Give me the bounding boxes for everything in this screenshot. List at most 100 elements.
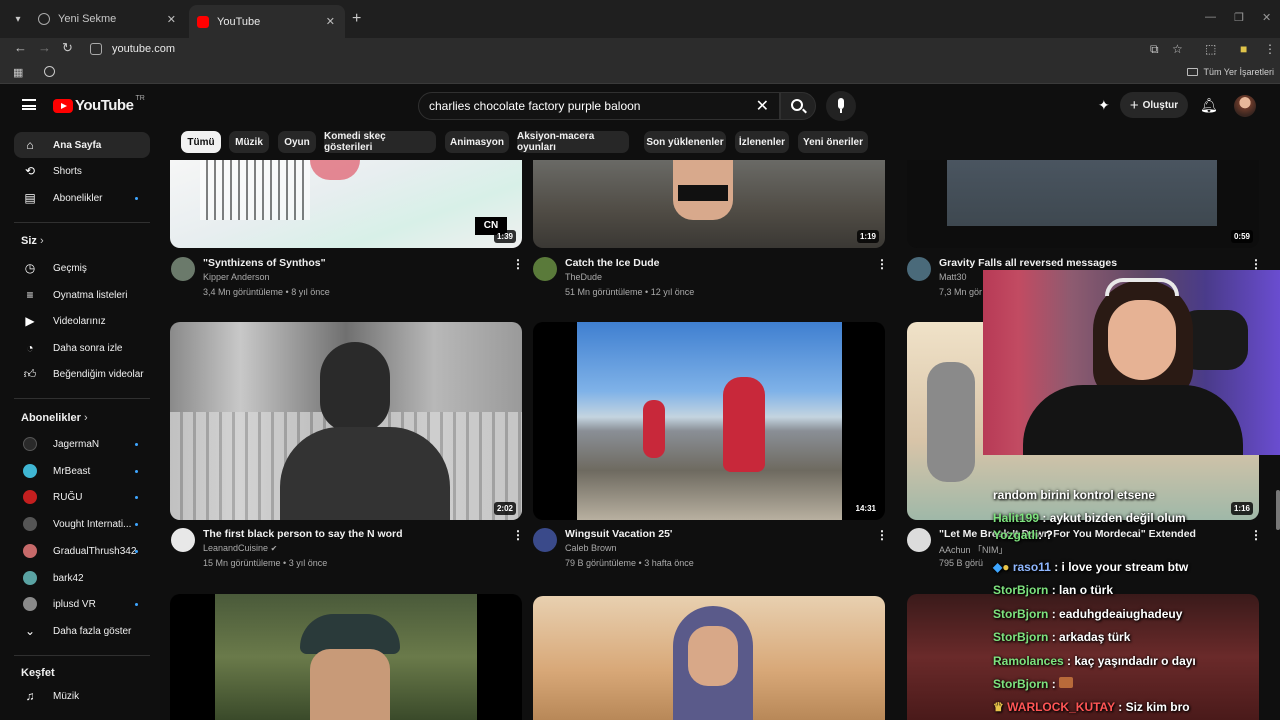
chip-label: Animasyon	[450, 136, 504, 148]
chip-watched[interactable]: İzlenenler	[735, 131, 789, 153]
extension-badge-icon[interactable]: ■	[1240, 42, 1247, 56]
channel-avatar[interactable]	[533, 257, 557, 281]
maximize-icon[interactable]: ❐	[1234, 11, 1244, 24]
sidebar-channel-iplusd[interactable]: iplusd VR	[14, 591, 150, 617]
sidebar-item-label: Daha fazla göster	[53, 625, 132, 637]
site-info-icon[interactable]	[90, 43, 102, 55]
more-options-icon[interactable]: ⋮	[876, 528, 888, 542]
video-title[interactable]: The first black person to say the N word	[203, 528, 403, 540]
channel-avatar	[23, 571, 37, 585]
reload-icon[interactable]: ↻	[62, 40, 73, 56]
channel-avatar[interactable]	[907, 257, 931, 281]
cast-icon[interactable]: ✦	[1098, 97, 1110, 114]
chip-animation[interactable]: Animasyon	[445, 131, 509, 153]
chip-music[interactable]: Müzik	[229, 131, 269, 153]
sidebar-item-watch-later[interactable]: ◔ Daha sonra izle	[14, 335, 150, 361]
more-options-icon[interactable]: ⋮	[1250, 257, 1262, 271]
sidebar-channel-bark42[interactable]: bark42	[14, 565, 150, 591]
video-thumbnail[interactable]: 14:31	[533, 322, 885, 520]
channel-name[interactable]: LeanandCuisine ✔	[203, 543, 277, 553]
chip-recently-uploaded[interactable]: Son yüklenenler	[644, 131, 726, 153]
notifications-bell-icon[interactable]: 🔔︎	[1200, 97, 1218, 114]
all-bookmarks-button[interactable]: Tüm Yer İşaretleri	[1187, 67, 1274, 77]
minimize-icon[interactable]: —	[1205, 11, 1216, 23]
chip-action-adventure-games[interactable]: Aksiyon-macera oyunları	[517, 131, 629, 153]
extensions-icon[interactable]: ⬚	[1205, 42, 1216, 56]
sidebar-item-music[interactable]: ♫ Müzik	[14, 683, 150, 709]
channel-name[interactable]: AAchun 「NIM」	[939, 543, 1008, 556]
search-button[interactable]	[780, 92, 816, 120]
voice-search-mic-icon[interactable]	[826, 91, 856, 121]
sidebar-subscriptions-heading[interactable]: Abonelikler ›	[21, 412, 88, 424]
channel-avatar[interactable]	[533, 528, 557, 552]
sidebar-item-label: Ana Sayfa	[53, 139, 102, 151]
thumbnail-art	[723, 377, 765, 472]
sidebar-item-history[interactable]: ◷ Geçmiş	[14, 255, 150, 281]
sidebar-channel-gradualthrush[interactable]: GradualThrush342	[14, 538, 150, 564]
video-thumbnail[interactable]	[170, 594, 522, 720]
create-button[interactable]: + Oluştur	[1120, 92, 1188, 118]
chip-label: Aksiyon-macera oyunları	[517, 131, 595, 153]
chip-all[interactable]: Tümü	[181, 131, 221, 153]
chip-gaming[interactable]: Oyun	[278, 131, 316, 153]
install-app-icon[interactable]: ⧉	[1150, 42, 1159, 57]
sidebar-item-home[interactable]: ⌂ Ana Sayfa	[14, 132, 150, 158]
menu-hamburger-icon[interactable]	[22, 99, 36, 110]
channel-avatar[interactable]	[171, 528, 195, 552]
sidebar-item-subscriptions[interactable]: ▤ Abonelikler	[14, 185, 150, 211]
clear-search-icon[interactable]: ✕	[756, 96, 769, 116]
more-options-icon[interactable]: ⋮	[512, 528, 524, 542]
sidebar-show-more[interactable]: ⌄ Daha fazla göster	[14, 618, 150, 644]
chip-new-to-you[interactable]: Yeni öneriler	[798, 131, 868, 153]
all-bookmarks-label: Tüm Yer İşaretleri	[1203, 67, 1274, 77]
page-scrollbar[interactable]	[1276, 490, 1280, 530]
bookmark-star-icon[interactable]: ☆	[1172, 42, 1183, 56]
chrome-menu-icon[interactable]: ⋮	[1264, 42, 1276, 56]
back-arrow-icon[interactable]: ←	[14, 40, 27, 55]
shortcut-globe-icon[interactable]	[44, 66, 55, 77]
shorts-icon: ⟲	[24, 164, 36, 178]
youtube-logo[interactable]: YouTube TR	[53, 95, 145, 114]
close-window-icon[interactable]: ✕	[1262, 11, 1271, 24]
sidebar-channel-jagerman[interactable]: JagermaN	[14, 431, 150, 457]
account-avatar[interactable]	[1234, 95, 1256, 117]
tab-youtube[interactable]: YouTube ✕	[189, 5, 345, 38]
sidebar-item-liked-videos[interactable]: 👍︎ Beğendiğim videolar	[14, 361, 150, 387]
video-thumbnail[interactable]: 0:59	[907, 160, 1259, 248]
close-icon[interactable]: ✕	[326, 15, 335, 28]
video-title[interactable]: "Synthizens of Synthos"	[203, 257, 326, 269]
more-options-icon[interactable]: ⋮	[876, 257, 888, 271]
sidebar-you-heading[interactable]: Siz ›	[21, 235, 44, 247]
tab-new-tab[interactable]: Yeni Sekme ✕	[30, 7, 186, 31]
channel-name[interactable]: Kipper Anderson	[203, 272, 270, 282]
video-title[interactable]: "Let Me Break It Down For You Mordecai" …	[939, 528, 1196, 540]
close-icon[interactable]: ✕	[167, 13, 176, 26]
video-title[interactable]: Catch the Ice Dude	[565, 257, 660, 269]
video-thumbnail[interactable]: 1:19	[533, 160, 885, 248]
sidebar-channel-vought[interactable]: Vought Internati...	[14, 511, 150, 537]
sidebar-channel-rugu[interactable]: RUĞU	[14, 484, 150, 510]
chip-comedy-sketches[interactable]: Komedi skeç gösterileri	[324, 131, 436, 153]
video-thumbnail[interactable]: CN 1:39	[170, 160, 522, 248]
search-input[interactable]: charlies chocolate factory purple baloon…	[418, 92, 780, 120]
new-tab-plus-icon[interactable]: +	[352, 10, 361, 28]
video-title[interactable]: Gravity Falls all reversed messages	[939, 257, 1117, 269]
url-omnibox[interactable]: youtube.com	[84, 38, 1134, 60]
channel-avatar[interactable]	[907, 528, 931, 552]
apps-grid-icon[interactable]: ▦	[13, 66, 23, 79]
channel-name[interactable]: Caleb Brown	[565, 543, 617, 553]
forward-arrow-icon[interactable]: →	[38, 40, 51, 55]
more-options-icon[interactable]: ⋮	[512, 257, 524, 271]
tab-search-chevron-icon[interactable]: ▾	[8, 10, 28, 30]
video-thumbnail[interactable]	[533, 596, 885, 720]
video-thumbnail[interactable]: 2:02	[170, 322, 522, 520]
channel-name[interactable]: Matt30	[939, 272, 967, 282]
video-title[interactable]: Wingsuit Vacation 25'	[565, 528, 672, 540]
more-options-icon[interactable]: ⋮	[1250, 528, 1262, 542]
sidebar-item-shorts[interactable]: ⟲ Shorts	[14, 158, 150, 184]
channel-name[interactable]: TheDude	[565, 272, 602, 282]
channel-avatar[interactable]	[171, 257, 195, 281]
sidebar-channel-mrbeast[interactable]: MrBeast	[14, 458, 150, 484]
sidebar-item-your-videos[interactable]: ▶ Videolarınız	[14, 308, 150, 334]
sidebar-item-playlists[interactable]: ≡ Oynatma listeleri	[14, 282, 150, 308]
